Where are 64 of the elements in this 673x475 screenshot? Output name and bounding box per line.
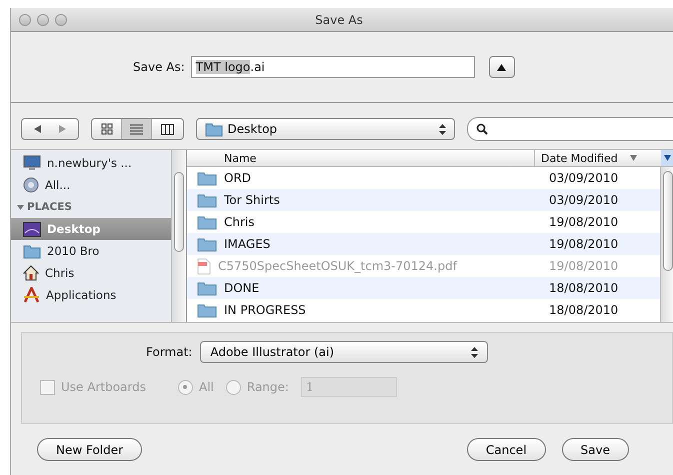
date-cell-text: 19/08/2010 — [548, 215, 620, 229]
forward-arrow-icon — [56, 124, 68, 134]
grid-icon — [100, 123, 113, 135]
sidebar-item[interactable]: Chris — [11, 262, 171, 284]
sidebar-item[interactable]: All... — [11, 174, 171, 196]
back-forward-control[interactable] — [21, 118, 79, 140]
folder-icon — [197, 170, 217, 186]
folder-icon — [197, 280, 217, 296]
date-cell-text: 19/08/2010 — [548, 237, 620, 251]
window-title: Save As — [314, 12, 364, 26]
date-cell-text: 18/08/2010 — [548, 281, 620, 295]
file-name[interactable]: DONE — [224, 281, 260, 295]
search-field[interactable] — [467, 117, 673, 141]
date-cell-text: 19/08/2010 — [548, 259, 620, 273]
computer-icon — [23, 155, 41, 171]
file-name[interactable]: IN PROGRESS — [224, 303, 306, 317]
globe-icon — [23, 177, 39, 193]
triangle-icon — [497, 64, 506, 70]
date-cell-text: 03/09/2010 — [548, 171, 620, 185]
section-label: PLACES — [27, 201, 72, 213]
save-button[interactable]: Save — [562, 438, 629, 461]
column-options-icon[interactable] — [661, 150, 673, 166]
cancel-button[interactable]: Cancel — [466, 438, 546, 461]
folder-icon — [23, 244, 41, 258]
new-folder-button[interactable]: New Folder — [37, 438, 142, 461]
date-cell-text: 03/09/2010 — [548, 193, 620, 207]
folder-icon — [197, 214, 217, 230]
sidebar-section-header[interactable]: PLACES — [11, 196, 171, 218]
pdf-file-icon — [197, 258, 211, 274]
location-popup[interactable]: Desktop — [196, 118, 455, 140]
sidebar-item[interactable]: Applications — [11, 284, 171, 306]
column-header[interactable]: Name — [187, 152, 534, 164]
folder-icon — [197, 192, 217, 208]
updown-arrows-icon — [471, 346, 478, 358]
file-name: C5750SpecSheetOSUK_tcm3-70124.pdf — [218, 259, 457, 273]
selected-text: TMT logo — [196, 60, 250, 74]
folder-icon — [197, 302, 217, 318]
updown-arrows-icon — [439, 124, 446, 134]
file-name[interactable]: IMAGES — [224, 237, 270, 251]
list-icon — [130, 124, 144, 134]
folder-icon — [197, 236, 217, 252]
applications-icon — [23, 287, 40, 303]
sidebar-item[interactable]: 2010 Bro — [11, 240, 171, 262]
folder-icon — [204, 122, 223, 136]
expand-button[interactable] — [488, 56, 515, 78]
columns-icon — [160, 124, 174, 134]
file-list-scrollbar[interactable] — [660, 167, 673, 322]
file-name[interactable]: Tor Shirts — [224, 193, 280, 207]
file-name[interactable]: Chris — [224, 215, 255, 229]
sort-arrow-icon — [630, 155, 637, 161]
date-cell-text: 18/08/2010 — [548, 303, 620, 317]
extension-text: .ai — [250, 60, 265, 74]
desktop-icon — [23, 222, 41, 236]
sidebar-item[interactable]: n.newbury's ... — [11, 152, 171, 174]
back-arrow-icon — [32, 124, 44, 134]
view-mode-button[interactable] — [122, 119, 152, 139]
house-icon — [23, 265, 39, 281]
save-as-label: Save As: — [133, 60, 185, 74]
search-icon — [476, 123, 488, 135]
format-popup[interactable]: Adobe Illustrator (ai) — [200, 341, 488, 363]
file-name-field[interactable]: TMT logo.ai — [190, 56, 475, 78]
format-label: Format: — [146, 345, 192, 359]
file-name[interactable]: ORD — [224, 171, 252, 185]
sidebar-scrollbar[interactable] — [171, 150, 186, 322]
